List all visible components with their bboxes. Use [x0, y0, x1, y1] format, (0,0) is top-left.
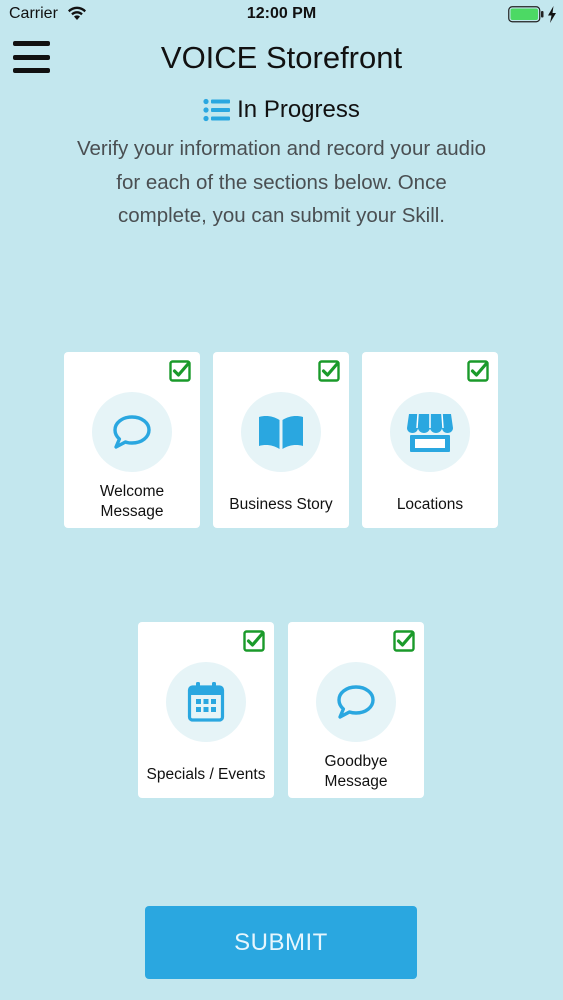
clock: 12:00 PM — [246, 5, 317, 22]
section-card-label: Goodbye Message — [324, 753, 388, 790]
checked-checkbox-icon — [243, 630, 265, 652]
checked-checkbox-icon — [467, 360, 489, 382]
submit-button[interactable]: SUBMIT — [145, 906, 417, 979]
checked-checkbox-icon — [393, 630, 415, 652]
app-screen: Carrier 12:00 PM VOICE Storefront In Pro… — [0, 0, 563, 1000]
progress-label: In Progress — [237, 96, 360, 123]
progress-status: In Progress — [0, 96, 563, 127]
section-icon-circle — [241, 392, 321, 472]
section-card-label: Welcome Message — [99, 483, 165, 520]
charging-icon — [548, 6, 556, 23]
section-card-label: Locations — [396, 496, 464, 513]
checked-checkbox-icon — [318, 360, 340, 382]
section-card-specials-events[interactable]: Specials / Events — [138, 622, 274, 798]
book-icon — [259, 416, 303, 449]
page-title: VOICE Storefront — [160, 40, 403, 75]
instructions-text: Verify your information and record your … — [76, 137, 487, 227]
section-icon-circle — [166, 662, 246, 742]
section-card-goodbye-message[interactable]: Goodbye Message — [288, 622, 424, 798]
section-card-label: Specials / Events — [146, 766, 266, 783]
checked-checkbox-icon — [169, 360, 191, 382]
section-card-label: Business Story — [229, 496, 333, 513]
chat-bubble-icon — [113, 415, 151, 449]
section-card-locations[interactable]: Locations — [362, 352, 498, 528]
status-bar: Carrier 12:00 PM — [0, 0, 563, 30]
storefront-icon — [407, 413, 453, 452]
calendar-icon — [187, 682, 225, 722]
section-card-business-story[interactable]: Business Story — [213, 352, 349, 528]
section-card-welcome-message[interactable]: Welcome Message — [64, 352, 200, 528]
list-icon — [203, 98, 231, 122]
section-icon-circle — [390, 392, 470, 472]
section-icon-circle — [92, 392, 172, 472]
chat-bubble-icon — [337, 685, 375, 719]
section-icon-circle — [316, 662, 396, 742]
battery-icon — [508, 6, 544, 23]
